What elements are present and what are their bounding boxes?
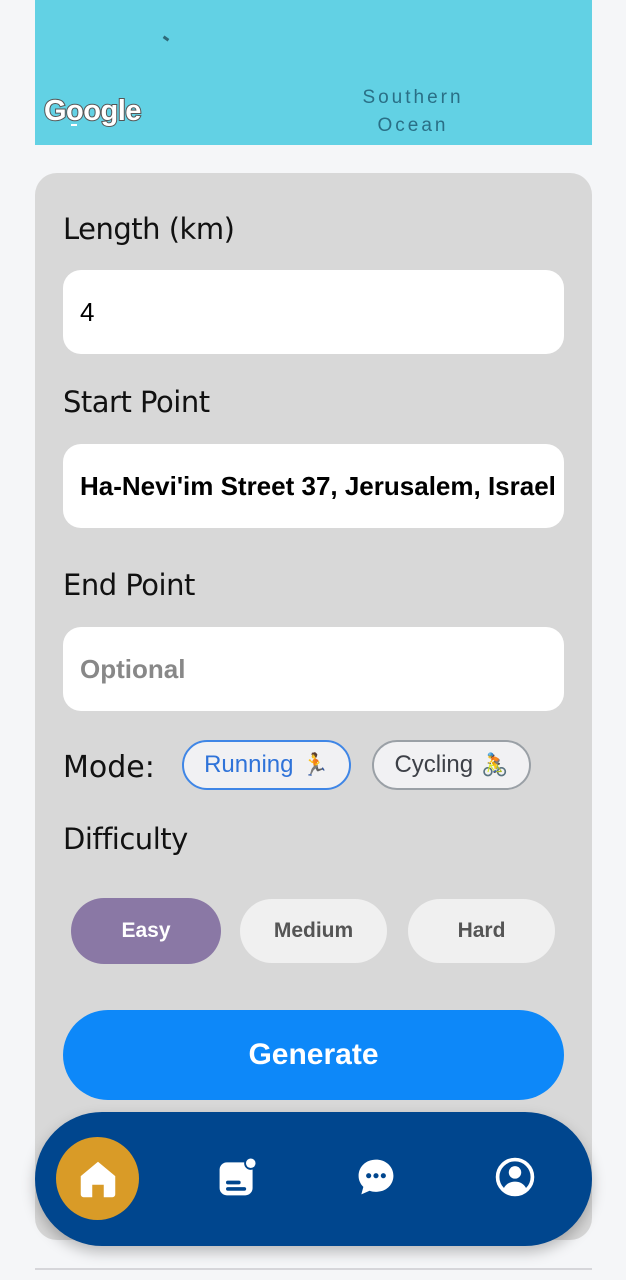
ocean-label-line1: Southern <box>362 87 464 108</box>
nav-home-button[interactable] <box>56 1137 139 1220</box>
runner-icon: 🏃 <box>301 752 329 777</box>
nav-profile-button[interactable] <box>484 1146 546 1208</box>
home-icon <box>80 1161 115 1197</box>
cyclist-icon: 🚴 <box>481 752 509 777</box>
mode-cycling-label: Cycling <box>394 751 474 778</box>
difficulty-medium-button[interactable]: Medium <box>240 899 387 963</box>
difficulty-easy-button[interactable]: Easy <box>71 898 221 964</box>
mode-cycling-button[interactable]: Cycling 🚴 <box>372 740 531 790</box>
difficulty-hard-button[interactable]: Hard <box>408 899 555 963</box>
mode-running-button[interactable]: Running 🏃 <box>182 740 351 790</box>
difficulty-label: Difficulty <box>63 822 188 856</box>
map-feature <box>162 35 170 42</box>
mode-label: Mode: <box>63 750 155 785</box>
nav-chat-button[interactable] <box>345 1146 407 1208</box>
nav-feed-button[interactable] <box>206 1146 268 1208</box>
bottom-divider <box>35 1268 592 1270</box>
generate-button[interactable]: Generate <box>63 1010 564 1100</box>
start-point-label: Start Point <box>63 385 210 419</box>
mode-running-label: Running <box>204 751 294 778</box>
map-ocean-label: Southern Ocean <box>357 84 469 140</box>
length-input[interactable]: 4 <box>63 270 564 354</box>
length-label: Length (km) <box>63 212 235 246</box>
map-view[interactable]: Google Southern Ocean <box>35 0 592 145</box>
end-point-label: End Point <box>63 568 195 602</box>
feed-icon <box>219 1156 258 1196</box>
ocean-label-line2: Ocean <box>377 115 449 136</box>
google-logo: Google <box>43 94 142 128</box>
profile-icon <box>495 1157 535 1197</box>
end-point-input[interactable]: Optional <box>63 627 564 711</box>
start-point-input[interactable]: Ha-Nevi'im Street 37, Jerusalem, Israel <box>63 444 564 528</box>
chat-icon <box>358 1159 394 1195</box>
